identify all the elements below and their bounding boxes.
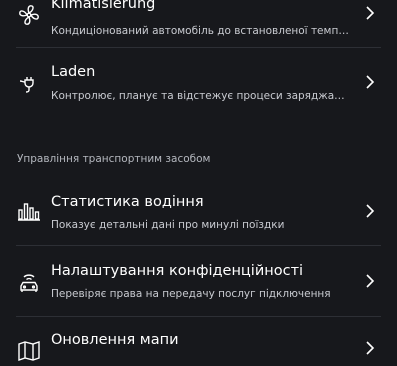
fan-icon: [16, 2, 42, 28]
menu-item-subtitle: Контролює, планує та відстежує процеси з…: [51, 90, 351, 102]
bar-chart-icon: [16, 198, 42, 224]
menu-item-subtitle: Показує детальні дані про минулі поїздки: [51, 219, 285, 231]
charging-plug-icon: [16, 69, 42, 95]
menu-item-driving-statistics[interactable]: Статистика водіння Показує детальні дані…: [0, 187, 397, 239]
menu-item-subtitle: Перевіряє права на передачу послуг підкл…: [51, 288, 331, 300]
menu-item-title: Налаштування конфіденційності: [51, 263, 304, 279]
menu-item-privacy-settings[interactable]: Налаштування конфіденційності Перевіряє …: [0, 255, 397, 315]
chevron-right-icon: [365, 74, 375, 90]
divider: [16, 245, 381, 246]
menu-item-map-update[interactable]: Оновлення мапи: [0, 326, 397, 366]
menu-item-charging[interactable]: Laden Контролює, планує та відстежує про…: [0, 58, 397, 114]
menu-item-climate[interactable]: Klimatisierung Кондиціонований автомобіл…: [0, 0, 397, 48]
map-icon: [16, 338, 42, 364]
chevron-right-icon: [365, 340, 375, 356]
menu-item-title: Оновлення мапи: [51, 332, 179, 348]
divider: [16, 316, 381, 317]
divider: [16, 47, 381, 48]
menu-item-subtitle: Кондиціонований автомобіль до встановлен…: [51, 25, 351, 37]
menu-item-title: Laden: [51, 64, 96, 80]
chevron-right-icon: [365, 273, 375, 289]
chevron-right-icon: [365, 203, 375, 219]
menu-item-title: Статистика водіння: [51, 194, 204, 210]
menu-item-title: Klimatisierung: [51, 0, 156, 12]
chevron-right-icon: [365, 5, 375, 21]
section-header: Управління транспортним засобом: [17, 153, 211, 165]
connected-car-icon: [16, 270, 42, 296]
